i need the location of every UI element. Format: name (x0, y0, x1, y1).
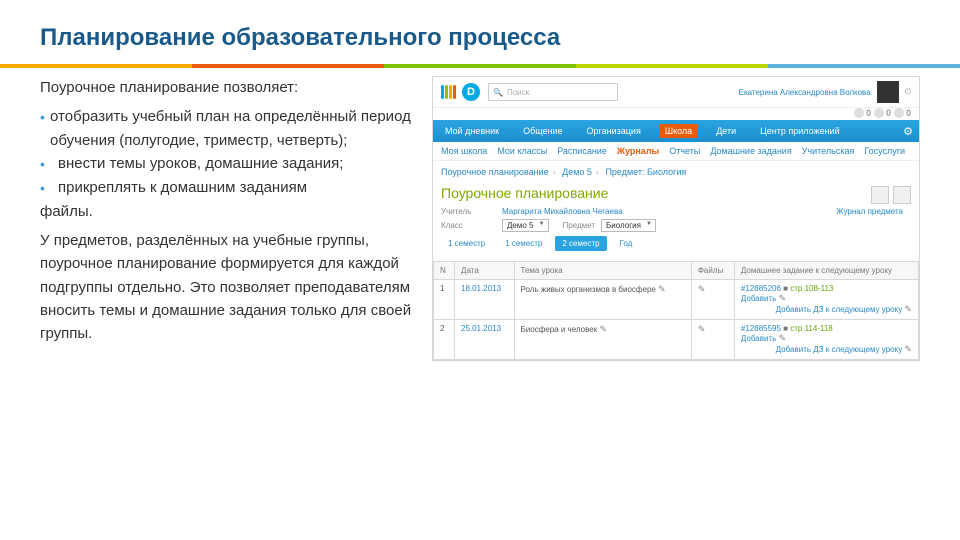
journal-link[interactable]: Журнал предмета (836, 207, 911, 216)
search-placeholder: Поиск (507, 88, 529, 97)
edit-icon[interactable]: ✎ (904, 304, 912, 314)
subnav-item[interactable]: Отчеты (669, 146, 700, 156)
cell-topic: Роль живых организмов в биосфере (521, 285, 656, 294)
count-icon (894, 108, 904, 118)
subnav-item[interactable]: Моя школа (441, 146, 487, 156)
subject-select[interactable]: Биология (601, 219, 656, 232)
breadcrumb-item[interactable]: Поурочное планирование (441, 167, 549, 177)
nav-item-active[interactable]: Школа (659, 124, 698, 138)
bottom-stripe (0, 522, 960, 526)
main-nav: Мой дневник Общение Организация Школа Де… (433, 120, 919, 142)
bullet-icon: • (40, 176, 58, 200)
sub-nav: Моя школа Мои классы Расписание Журналы … (433, 142, 919, 161)
subnav-item[interactable]: Госуслуги (864, 146, 905, 156)
cell-n: 1 (434, 280, 455, 320)
col-homework: Домашнее задание к следующему уроку (734, 262, 918, 280)
notification-counts: 0 0 0 (854, 108, 911, 118)
edit-icon[interactable]: ✎ (904, 344, 912, 354)
bullet-text: отобразить учебный план на определённый … (50, 105, 420, 152)
bullet-tail: файлы. (40, 200, 420, 223)
edit-icon[interactable]: ✎ (658, 284, 666, 294)
edit-icon[interactable]: ✎ (779, 333, 787, 343)
app-logo-hand-icon (441, 85, 456, 99)
print-icon[interactable] (893, 186, 911, 204)
divider-stripe (0, 64, 960, 68)
cell-date-link[interactable]: 18.01.2013 (461, 284, 501, 293)
table-row: 2 25.01.2013 Биосфера и человек ✎ ✎ #128… (434, 320, 919, 360)
teacher-label: Учитель (441, 207, 496, 216)
subnav-item[interactable]: Домашние задания (710, 146, 791, 156)
search-input[interactable]: 🔍 Поиск (488, 83, 618, 101)
period-tab[interactable]: 1 семестр (441, 236, 492, 251)
add-next-link[interactable]: Добавить ДЗ к следующему уроку (776, 305, 903, 314)
app-logo-d-icon: D (462, 83, 480, 101)
breadcrumb-item[interactable]: Биология (647, 167, 686, 177)
period-tabs: 1 семестр 1 семестр 2 семестр Год (441, 236, 911, 251)
avatar[interactable] (877, 81, 899, 103)
class-select[interactable]: Демо 5 (502, 219, 549, 232)
nav-item[interactable]: Дети (710, 124, 742, 138)
count-icon (854, 108, 864, 118)
user-name-link[interactable]: Екатерина Александровна Волкова (739, 88, 871, 97)
subnav-item[interactable]: Мои классы (497, 146, 547, 156)
add-next-link[interactable]: Добавить ДЗ к следующему уроку (776, 345, 903, 354)
nav-item[interactable]: Общение (517, 124, 568, 138)
cell-n: 2 (434, 320, 455, 360)
count-icon (874, 108, 884, 118)
bullet-icon: • (40, 105, 50, 152)
app-screenshot: D 🔍 Поиск Екатерина Александровна Волкова… (432, 76, 920, 361)
teacher-value[interactable]: Маргарита Михайловна Чегаева (502, 207, 623, 216)
hw-pages: стр 108-113 (790, 284, 833, 293)
subnav-item[interactable]: Расписание (557, 146, 607, 156)
nav-item[interactable]: Центр приложений (754, 124, 845, 138)
col-topic: Тема урока (514, 262, 691, 280)
class-label: Класс (441, 221, 496, 230)
period-tab[interactable]: Год (613, 236, 640, 251)
period-tab-active[interactable]: 2 семестр (555, 236, 606, 251)
text-column: Поурочное планирование позволяет: •отобр… (40, 76, 420, 361)
add-link[interactable]: Добавить (741, 294, 776, 303)
col-n: N (434, 262, 455, 280)
cell-date-link[interactable]: 25.01.2013 (461, 324, 501, 333)
lessons-table: N Дата Тема урока Файлы Домашнее задание… (433, 261, 919, 360)
paragraph: У предметов, разделённых на учебные груп… (40, 229, 420, 345)
gear-icon[interactable]: ⚙ (903, 125, 913, 138)
nav-item[interactable]: Организация (581, 124, 647, 138)
hw-link[interactable]: #12885206 (741, 284, 781, 293)
bullet-text: внести темы уроков, домашние задания; (58, 152, 343, 176)
export-excel-icon[interactable] (871, 186, 889, 204)
subnav-item-active[interactable]: Журналы (617, 146, 659, 156)
attach-icon[interactable]: ✎ (698, 284, 706, 294)
breadcrumb-item[interactable]: Демо 5 (562, 167, 592, 177)
page-heading: Поурочное планирование (441, 185, 871, 201)
hw-link[interactable]: #12885595 (741, 324, 781, 333)
subnav-item[interactable]: Учительская (802, 146, 855, 156)
slide-title: Планирование образовательного процесса (40, 24, 920, 52)
breadcrumb: Поурочное планирование› Демо 5› Предмет:… (433, 161, 919, 183)
subject-label: Предмет (563, 221, 596, 230)
bullet-icon: • (40, 152, 58, 176)
attach-icon[interactable]: ✎ (698, 324, 706, 334)
bullet-text: прикреплять к домашним заданиям (58, 176, 307, 200)
add-link[interactable]: Добавить (741, 334, 776, 343)
edit-icon[interactable]: ✎ (599, 324, 607, 334)
table-row: 1 18.01.2013 Роль живых организмов в био… (434, 280, 919, 320)
power-icon[interactable]: ⏻ (905, 87, 911, 97)
col-date: Дата (455, 262, 514, 280)
edit-icon[interactable]: ✎ (779, 293, 787, 303)
nav-item[interactable]: Мой дневник (439, 124, 505, 138)
intro-text: Поурочное планирование позволяет: (40, 76, 420, 99)
breadcrumb-item: Предмет (605, 167, 642, 177)
hw-pages: стр 114-118 (790, 324, 833, 333)
cell-topic: Биосфера и человек (521, 325, 598, 334)
col-files: Файлы (691, 262, 734, 280)
period-tab[interactable]: 1 семестр (498, 236, 549, 251)
search-icon: 🔍 (493, 88, 503, 97)
